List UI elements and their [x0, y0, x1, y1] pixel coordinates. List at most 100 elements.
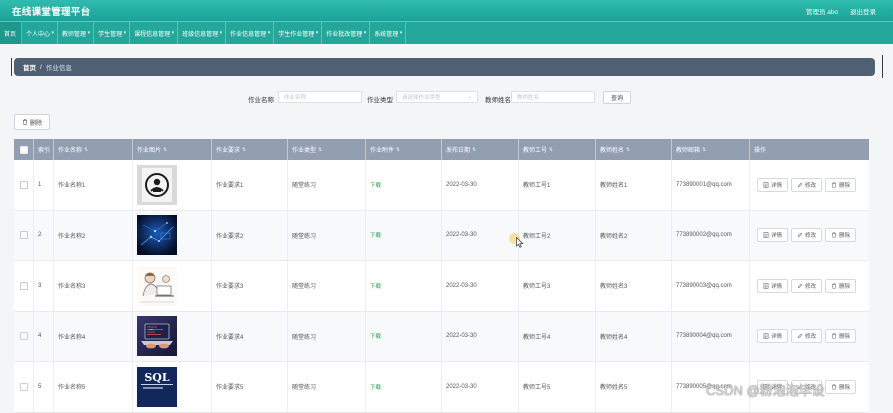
download-link[interactable]: 下载 — [370, 332, 381, 340]
sort-icon: ⇅ — [84, 146, 89, 153]
delete-button[interactable]: 删除 — [825, 177, 856, 192]
row-checkbox-cell — [14, 261, 34, 311]
row-checkbox[interactable] — [19, 231, 28, 240]
row-checkbox[interactable] — [19, 281, 28, 290]
detail-button[interactable]: 详情 — [757, 278, 788, 293]
nav-item-teachers[interactable]: 教师管理 ▾ — [58, 22, 95, 44]
trash-icon — [831, 283, 837, 289]
row-attachment-cell: 下载 — [366, 311, 442, 361]
search-type-placeholder: 请选择作业类型 — [402, 95, 441, 101]
detail-label: 详情 — [770, 233, 782, 240]
left-edge-divider — [11, 58, 12, 76]
row-type-cell: 随堂练习 — [288, 210, 366, 260]
row-date-cell: 2022-03-30 — [442, 261, 519, 311]
search-name-input[interactable]: 作业名称 — [278, 91, 362, 103]
row-teacher-id-cell: 教师工号3 — [519, 261, 596, 311]
chevron-down-icon: ⌄ — [467, 94, 472, 100]
row-index: 4 — [38, 333, 42, 340]
delete-button[interactable]: 删除 — [825, 379, 856, 394]
header-image[interactable]: 作业图片 ⇅ — [133, 139, 212, 160]
header-teacher-id[interactable]: 教师工号 ⇅ — [519, 139, 596, 160]
sort-icon: ⇅ — [626, 146, 631, 153]
edit-label: 修改 — [804, 283, 816, 290]
header-name[interactable]: 作业名称 ⇅ — [54, 139, 133, 160]
nav-item-students[interactable]: 学生管理 ▾ — [94, 22, 131, 44]
chevron-down-icon: ▾ — [399, 30, 403, 36]
header-teacher-name[interactable]: 教师姓名 ⇅ — [596, 139, 672, 160]
row-requirement: 作业要求1 — [216, 183, 244, 190]
nav-item-system[interactable]: 系统管理 ▾ — [370, 22, 407, 44]
nav-item-student-assignments[interactable]: 学生作业管理 ▾ — [274, 22, 323, 44]
chevron-down-icon: ▾ — [51, 30, 55, 36]
row-teacher-name-cell: 教师姓名4 — [596, 311, 672, 361]
download-link[interactable]: 下载 — [370, 282, 381, 290]
edit-button[interactable]: 修改 — [791, 228, 822, 243]
search-teacher-label: 教师姓名 — [485, 97, 511, 104]
header-attachment[interactable]: 作业附件 ⇅ — [366, 139, 442, 160]
nav-item-courses[interactable]: 课程信息管理 ▾ — [130, 22, 179, 44]
search-teacher-input[interactable]: 教师姓名 — [511, 91, 595, 103]
row-type-cell: 随堂练习 — [288, 261, 366, 311]
row-actions-cell: 详情 修改 删除 — [750, 211, 869, 261]
logout-link[interactable]: 退出登录 — [850, 6, 876, 16]
chevron-down-icon: ▾ — [315, 30, 319, 36]
detail-label: 详情 — [770, 283, 782, 290]
main-nav: 首页 个人中心 ▾ 教师管理 ▾ 学生管理 ▾ 课程信息管理 ▾ 班级信息管理 ▾ 作业信… — [0, 21, 893, 44]
edit-button[interactable]: 修改 — [791, 177, 822, 192]
assignment-table: 索引 作业名称 ⇅ 作业图片 ⇅ 作业要求 ⇅ 作业类型 ⇅ 作业附件 ⇅ 发布日期 ⇅ 教… — [14, 139, 869, 413]
edit-button[interactable]: 修改 — [791, 329, 822, 344]
table-row: 3 作业名称3 作业要求3 随堂练习 下载 2022-03-30 教师工号3 教师姓名3 773… — [14, 261, 869, 312]
blue-tech-image — [137, 215, 177, 256]
delete-button[interactable]: 删除 — [825, 228, 856, 243]
detail-button[interactable]: 详情 — [757, 329, 788, 344]
row-assignment-name: 作业名称1 — [58, 183, 86, 190]
nav-item-grading[interactable]: 作业批改管理 ▾ — [322, 22, 371, 44]
bulk-delete-button[interactable]: 删除 — [14, 114, 50, 130]
breadcrumb-home[interactable]: 首页 — [23, 62, 36, 72]
nav-item-assignments[interactable]: 作业信息管理 ▾ — [226, 22, 275, 44]
sort-icon: ⇅ — [396, 146, 401, 153]
row-requirement: 作业要求5 — [216, 385, 244, 392]
row-index: 2 — [38, 232, 42, 239]
select-all-checkbox[interactable] — [19, 145, 28, 154]
breadcrumb: 首页 / 作业信息 — [14, 58, 875, 76]
row-assignment-name: 作业名称5 — [58, 385, 86, 392]
row-teacher-id: 教师工号3 — [523, 284, 551, 291]
row-type: 随堂练习 — [292, 233, 317, 240]
header-actions: 操作 — [754, 148, 767, 154]
row-checkbox[interactable] — [19, 332, 28, 341]
row-index: 5 — [38, 383, 42, 390]
row-actions-cell: 详情 修改 删除 — [750, 312, 869, 362]
row-checkbox[interactable] — [19, 382, 28, 391]
detail-button[interactable]: 详情 — [757, 177, 788, 192]
delete-label: 删除 — [838, 182, 850, 189]
edit-button[interactable]: 修改 — [791, 278, 822, 293]
header-type[interactable]: 作业类型 ⇅ — [288, 139, 366, 160]
nav-item-home[interactable]: 首页 — [0, 22, 23, 44]
row-actions: 详情 修改 删除 — [754, 278, 856, 293]
row-checkbox[interactable] — [19, 180, 28, 189]
header-teacher-email[interactable]: 教师邮箱 ⇅ — [672, 139, 750, 160]
header-date[interactable]: 发布日期 ⇅ — [442, 139, 519, 160]
breadcrumb-current: 作业信息 — [45, 65, 72, 72]
row-teacher-id: 教师工号5 — [523, 385, 551, 392]
delete-button[interactable]: 删除 — [825, 329, 856, 344]
header-requirement[interactable]: 作业要求 ⇅ — [212, 139, 288, 160]
download-link[interactable]: 下载 — [370, 181, 381, 189]
search-type-select[interactable]: 请选择作业类型 ⌄ — [396, 91, 478, 103]
nav-item-profile[interactable]: 个人中心 ▾ — [22, 22, 59, 44]
edit-icon — [797, 283, 803, 288]
row-teacher-email: 773890004@qq.com — [676, 333, 732, 340]
detail-button[interactable]: 详情 — [757, 228, 788, 243]
delete-button[interactable]: 删除 — [825, 278, 856, 293]
download-link[interactable]: 下载 — [370, 231, 381, 239]
row-actions-cell: 详情 修改 删除 — [750, 261, 869, 311]
row-checkbox-cell — [14, 362, 34, 412]
row-teacher-email-cell: 773890003@qq.com — [672, 261, 750, 311]
row-requirement-cell: 作业要求1 — [212, 160, 288, 210]
download-link[interactable]: 下载 — [370, 383, 381, 391]
edit-label: 修改 — [804, 182, 816, 189]
watermark: CSDN @粉泡泡毕设 — [706, 383, 825, 398]
search-button[interactable]: 查询 — [603, 91, 631, 104]
nav-item-classes[interactable]: 班级信息管理 ▾ — [178, 22, 227, 44]
